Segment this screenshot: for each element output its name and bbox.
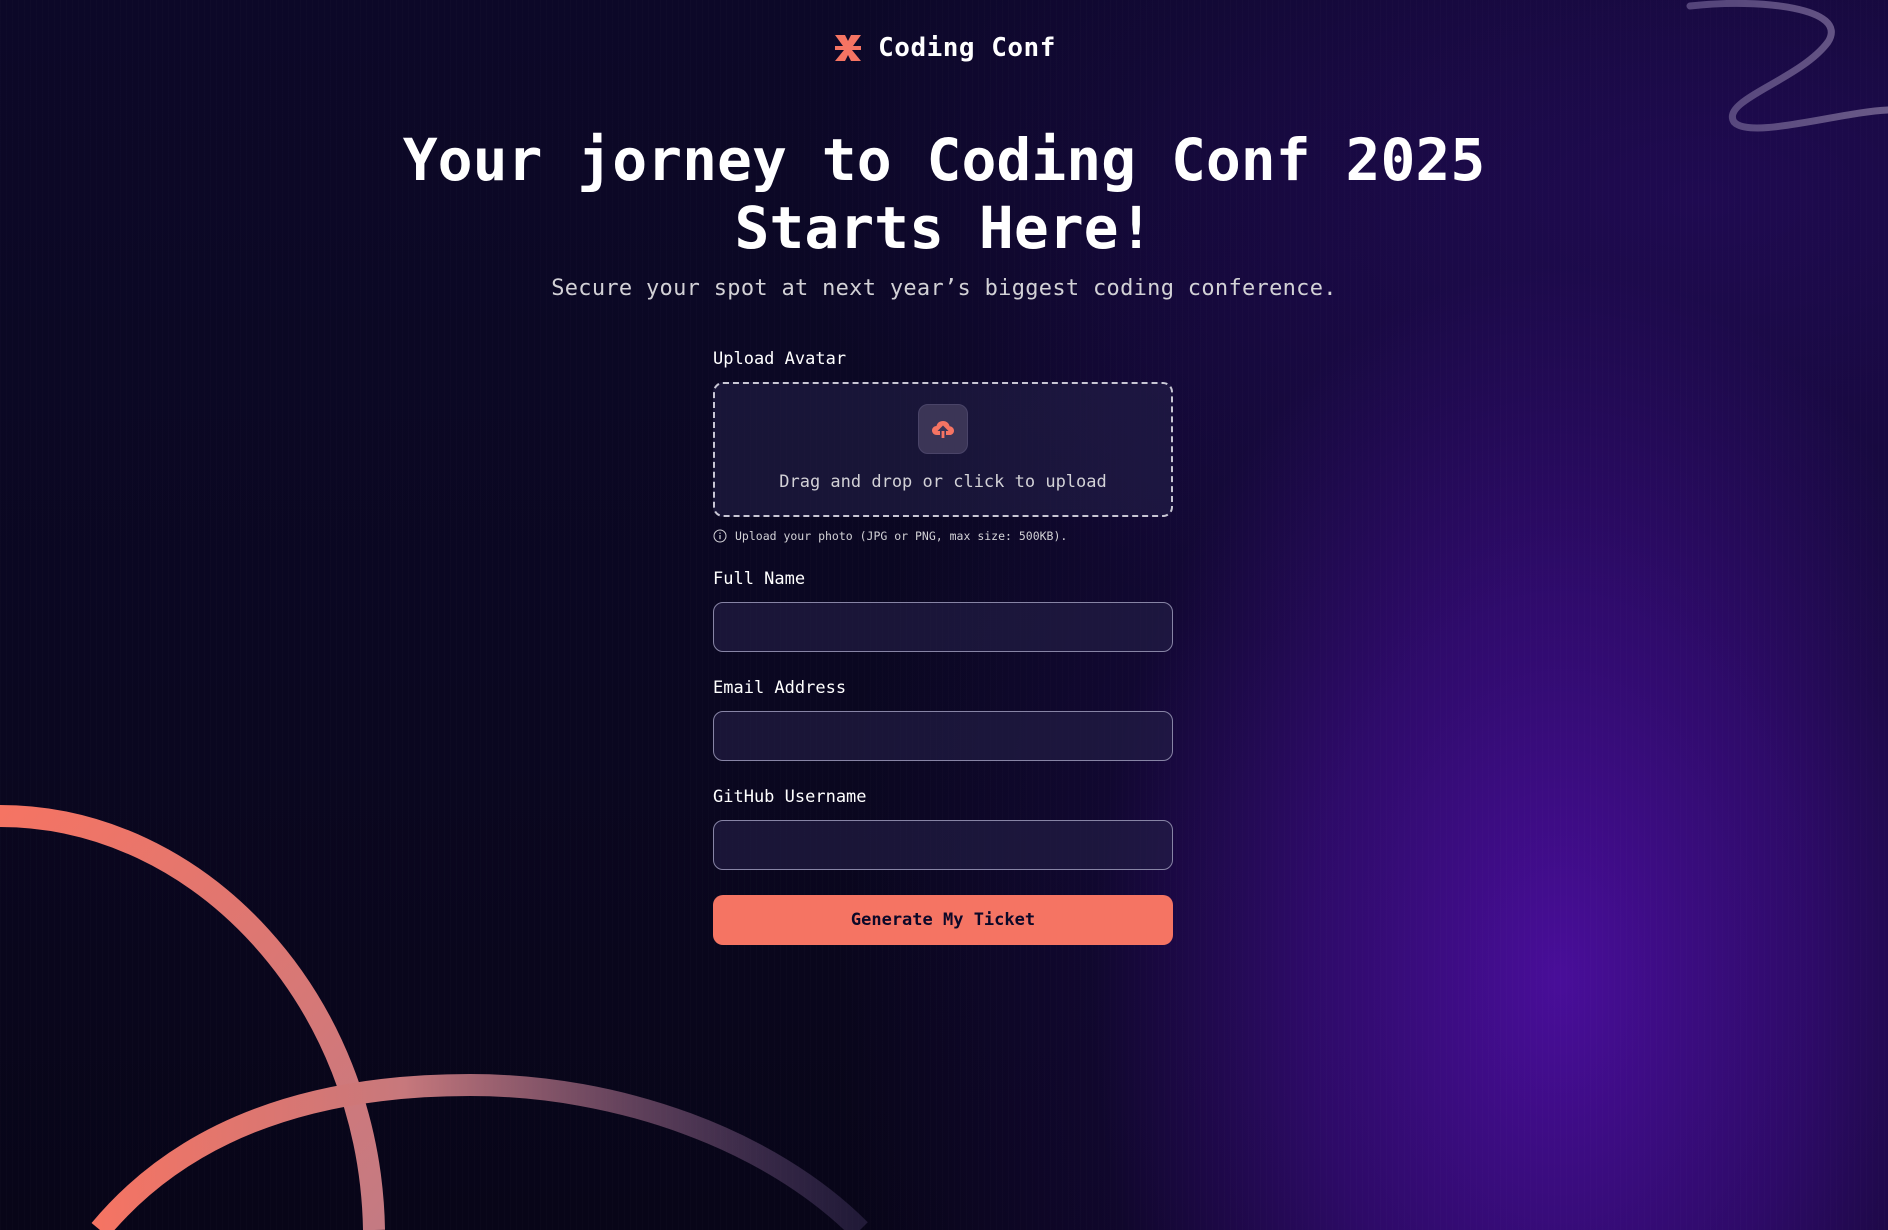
- dropzone-text: Drag and drop or click to upload: [779, 472, 1107, 492]
- info-icon: [713, 529, 727, 543]
- email-label: Email Address: [713, 678, 847, 698]
- full-name-label: Full Name: [713, 569, 806, 589]
- avatar-hint-text: Upload your photo (JPG or PNG, max size:…: [735, 529, 1068, 543]
- email-input[interactable]: [713, 711, 1173, 761]
- page-subtitle: Secure your spot at next year’s biggest …: [551, 276, 1337, 301]
- avatar-label: Upload Avatar: [713, 349, 847, 369]
- generate-ticket-button[interactable]: Generate My Ticket: [713, 895, 1173, 945]
- github-label: GitHub Username: [713, 787, 867, 807]
- upload-icon-box: [918, 404, 968, 454]
- ticket-form: Upload Avatar Drag and drop or click to …: [713, 348, 1173, 945]
- brand-logo: Coding Conf: [0, 32, 1888, 64]
- github-username-input[interactable]: [713, 820, 1173, 870]
- page-title: Your jorney to Coding Conf 2025 Starts H…: [402, 126, 1486, 262]
- cloud-upload-icon: [932, 421, 954, 438]
- brand-name: Coding Conf: [878, 33, 1056, 63]
- coding-conf-logo-icon: [835, 35, 862, 61]
- full-name-input[interactable]: [713, 602, 1173, 652]
- avatar-hint: Upload your photo (JPG or PNG, max size:…: [713, 529, 1173, 543]
- avatar-dropzone[interactable]: Drag and drop or click to upload: [713, 382, 1173, 517]
